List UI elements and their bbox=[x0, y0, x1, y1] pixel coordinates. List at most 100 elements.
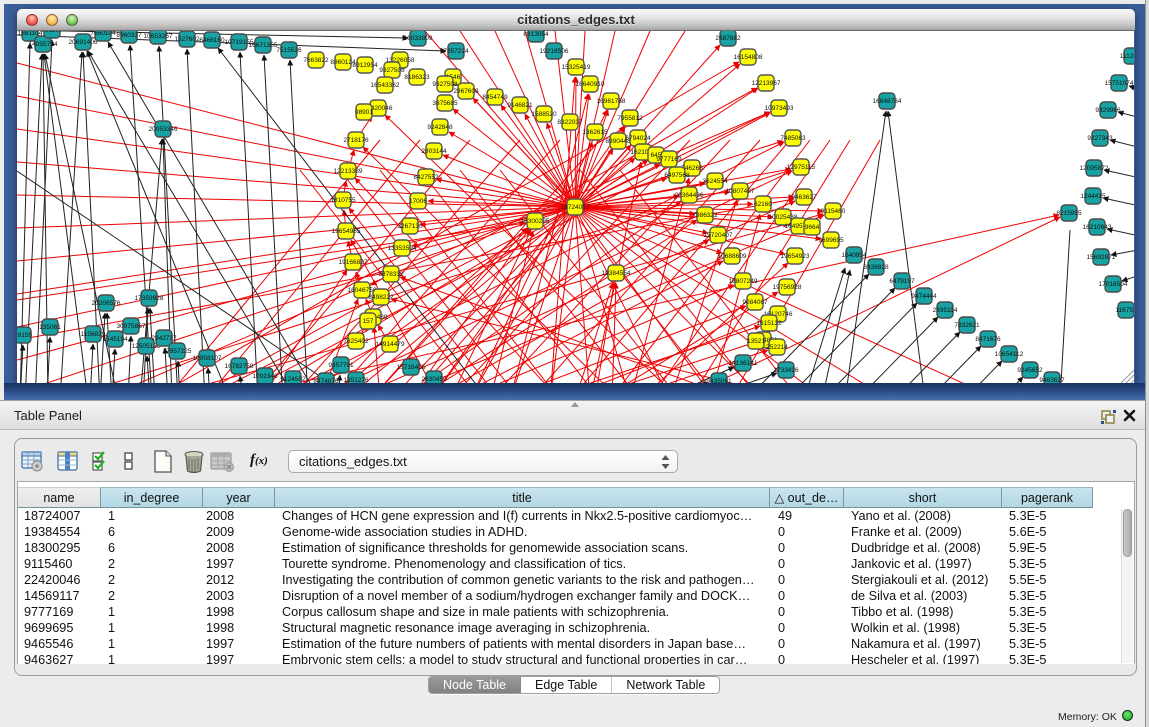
svg-text:14136141: 14136141 bbox=[729, 360, 758, 367]
svg-text:6794024: 6794024 bbox=[625, 135, 651, 142]
svg-text:9245652: 9245652 bbox=[1017, 367, 1043, 374]
svg-text:1527602: 1527602 bbox=[174, 36, 200, 43]
svg-text:12095872: 12095872 bbox=[1080, 165, 1109, 172]
svg-text:6466160: 6466160 bbox=[199, 37, 225, 44]
svg-text:16543362: 16543362 bbox=[371, 82, 400, 89]
svg-text:2935114: 2935114 bbox=[933, 307, 958, 314]
svg-text:10688609: 10688609 bbox=[718, 253, 747, 260]
svg-text:961107: 961107 bbox=[41, 31, 63, 34]
svg-text:8960337: 8960337 bbox=[116, 32, 142, 39]
svg-text:16154808: 16154808 bbox=[734, 54, 763, 61]
svg-text:1733426: 1733426 bbox=[773, 367, 799, 374]
svg-text:7832621: 7832621 bbox=[954, 322, 980, 329]
svg-text:19654985: 19654985 bbox=[332, 228, 361, 235]
svg-text:8427552: 8427552 bbox=[413, 174, 439, 181]
svg-text:19218506: 19218506 bbox=[540, 48, 569, 55]
svg-text:2718176: 2718176 bbox=[343, 137, 369, 144]
svg-text:16640910: 16640910 bbox=[576, 81, 605, 88]
svg-text:7660104: 7660104 bbox=[90, 31, 116, 37]
svg-text:9146821: 9146821 bbox=[507, 102, 533, 109]
svg-text:15692871: 15692871 bbox=[1087, 254, 1116, 261]
svg-text:17359928: 17359928 bbox=[135, 295, 164, 302]
svg-text:9463627: 9463627 bbox=[791, 194, 817, 201]
svg-text:17016504: 17016504 bbox=[1099, 281, 1128, 288]
svg-text:8912954: 8912954 bbox=[352, 62, 378, 69]
svg-text:12975115: 12975115 bbox=[787, 164, 816, 171]
svg-text:16033809: 16033809 bbox=[404, 35, 433, 42]
svg-text:8322037: 8322037 bbox=[557, 119, 583, 126]
svg-text:6479197: 6479197 bbox=[889, 278, 915, 285]
svg-text:9699695: 9699695 bbox=[818, 237, 844, 244]
svg-text:2687682: 2687682 bbox=[715, 35, 741, 42]
svg-text:9242848: 9242848 bbox=[427, 124, 453, 131]
svg-text:2967608: 2967608 bbox=[453, 88, 479, 95]
svg-text:16782759: 16782759 bbox=[225, 363, 254, 370]
svg-text:8813054: 8813054 bbox=[523, 31, 549, 38]
svg-text:9327508: 9327508 bbox=[379, 67, 405, 74]
svg-text:16671355: 16671355 bbox=[249, 42, 278, 49]
svg-text:39159: 39159 bbox=[17, 332, 32, 339]
svg-text:13521: 13521 bbox=[747, 338, 765, 345]
svg-text:20691406: 20691406 bbox=[69, 39, 98, 46]
svg-text:18724007: 18724007 bbox=[561, 204, 590, 211]
svg-text:157: 157 bbox=[363, 318, 374, 325]
svg-text:2630450: 2630450 bbox=[421, 376, 447, 383]
svg-text:1615132: 1615132 bbox=[756, 320, 782, 327]
svg-text:3624554: 3624554 bbox=[702, 178, 728, 185]
svg-text:2942737: 2942737 bbox=[151, 335, 177, 342]
svg-text:30975867: 30975867 bbox=[117, 323, 146, 330]
svg-text:9857791: 9857791 bbox=[328, 362, 354, 369]
svg-text:9227343: 9227343 bbox=[1087, 135, 1113, 142]
svg-text:19166827: 19166827 bbox=[339, 259, 368, 266]
svg-text:1244415: 1244415 bbox=[1080, 193, 1106, 200]
svg-text:12213967: 12213967 bbox=[752, 80, 781, 87]
svg-text:7955812: 7955812 bbox=[617, 115, 643, 122]
svg-text:10654112: 10654112 bbox=[995, 351, 1024, 358]
svg-text:14914479: 14914479 bbox=[376, 341, 405, 348]
svg-text:16210643: 16210643 bbox=[1083, 224, 1112, 231]
svg-text:6497568: 6497568 bbox=[664, 172, 690, 179]
svg-text:10973493: 10973493 bbox=[765, 105, 794, 112]
svg-text:8498222: 8498222 bbox=[368, 294, 394, 301]
svg-text:135061: 135061 bbox=[39, 324, 61, 331]
svg-text:62160: 62160 bbox=[754, 201, 772, 208]
svg-text:7515526: 7515526 bbox=[276, 47, 302, 54]
svg-text:12213389: 12213389 bbox=[334, 168, 363, 175]
svg-text:16961758: 16961758 bbox=[597, 98, 626, 105]
svg-text:1588520: 1588520 bbox=[531, 111, 557, 118]
svg-text:7485063: 7485063 bbox=[780, 135, 806, 142]
svg-text:14055724: 14055724 bbox=[29, 41, 58, 48]
svg-text:20053346: 20053346 bbox=[149, 126, 178, 133]
svg-text:8938928: 8938928 bbox=[863, 264, 889, 271]
svg-text:15325419: 15325419 bbox=[562, 64, 591, 71]
svg-text:1092346: 1092346 bbox=[252, 373, 278, 380]
svg-text:8878332: 8878332 bbox=[378, 271, 404, 278]
svg-text:8186323: 8186323 bbox=[404, 74, 430, 81]
svg-text:18807249: 18807249 bbox=[729, 278, 758, 285]
svg-text:1545194: 1545194 bbox=[102, 336, 128, 343]
svg-text:98901: 98901 bbox=[355, 109, 373, 116]
svg-text:15720407: 15720407 bbox=[704, 232, 733, 239]
svg-text:3267130: 3267130 bbox=[397, 223, 423, 230]
svg-text:1810755: 1810755 bbox=[330, 197, 356, 204]
svg-text:2803144: 2803144 bbox=[421, 148, 447, 155]
svg-text:1362615: 1362615 bbox=[582, 129, 608, 136]
svg-text:17957225: 17957225 bbox=[163, 348, 192, 355]
svg-text:20364436: 20364436 bbox=[675, 192, 704, 199]
svg-text:1112853: 1112853 bbox=[1120, 53, 1134, 60]
svg-text:9327508: 9327508 bbox=[432, 81, 458, 88]
svg-text:9664: 9664 bbox=[805, 224, 820, 231]
svg-text:8454749: 8454749 bbox=[482, 94, 508, 101]
svg-text:116753: 116753 bbox=[1115, 307, 1134, 314]
svg-text:16648784: 16648784 bbox=[873, 98, 902, 105]
svg-text:1640954: 1640954 bbox=[841, 252, 867, 259]
svg-text:252214: 252214 bbox=[766, 344, 788, 351]
svg-text:8215955: 8215955 bbox=[1056, 210, 1082, 217]
svg-text:15751074: 15751074 bbox=[1105, 80, 1134, 87]
svg-text:9084067: 9084067 bbox=[742, 299, 768, 306]
svg-text:9777169: 9777169 bbox=[656, 156, 682, 163]
svg-text:7357224: 7357224 bbox=[443, 48, 469, 55]
svg-text:9474444: 9474444 bbox=[911, 293, 937, 300]
svg-text:15716485: 15716485 bbox=[397, 364, 426, 371]
svg-text:13353594: 13353594 bbox=[388, 245, 417, 252]
